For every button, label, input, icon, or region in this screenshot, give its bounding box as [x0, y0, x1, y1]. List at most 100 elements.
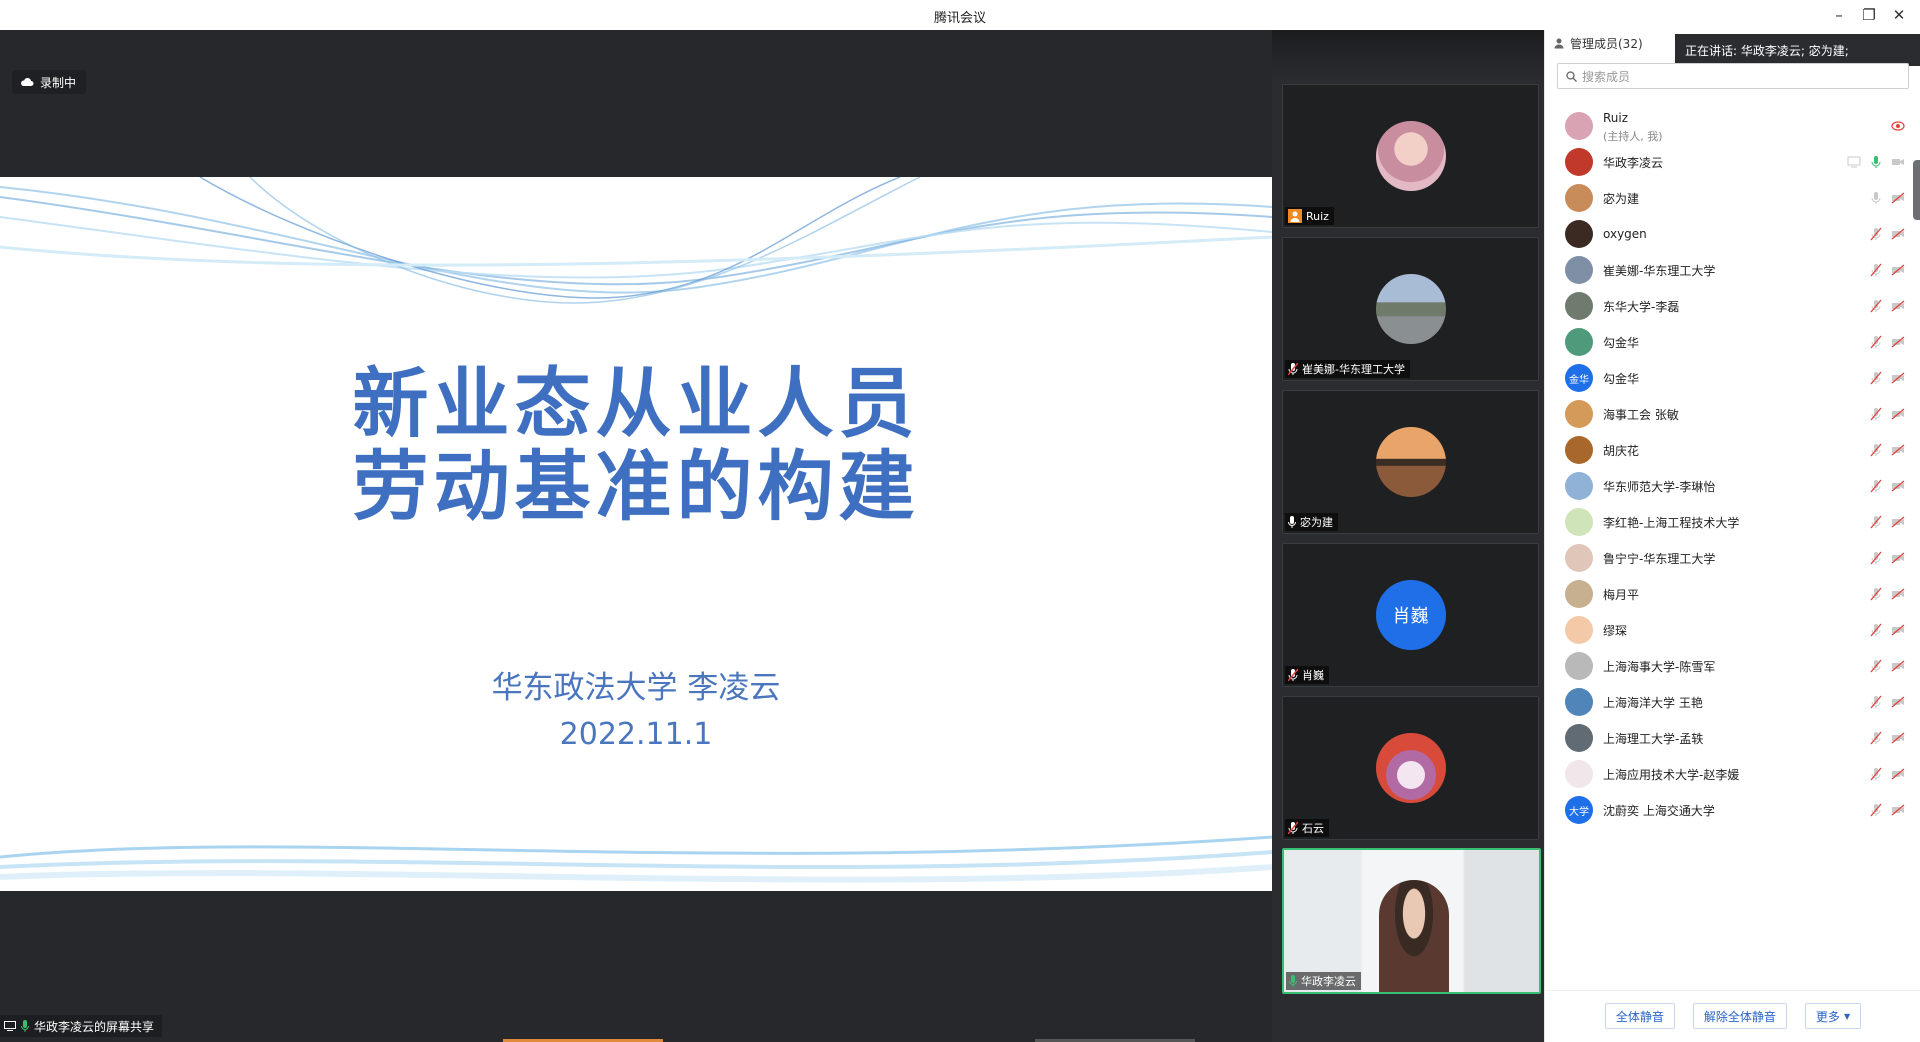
mic-muted-icon[interactable] — [1869, 335, 1883, 349]
tile-name-tag: 华政李凌云 — [1286, 972, 1361, 990]
member-row[interactable]: 宓为建 — [1545, 178, 1920, 218]
camera-off-icon[interactable] — [1891, 407, 1905, 421]
mic-muted-icon[interactable] — [1869, 263, 1883, 277]
member-status-icons — [1869, 371, 1905, 385]
member-row[interactable]: 缪琛 — [1545, 610, 1920, 650]
mic-muted-icon[interactable] — [1869, 695, 1883, 709]
mic-icon[interactable] — [1869, 191, 1883, 205]
member-row[interactable]: 胡庆花 — [1545, 430, 1920, 470]
avatar — [1565, 400, 1593, 428]
video-tile-lilingyun[interactable]: 华政李凌云 — [1282, 848, 1541, 994]
camera-off-icon[interactable] — [1891, 623, 1905, 637]
avatar — [1565, 472, 1593, 500]
video-tile-ruiz[interactable]: Ruiz — [1282, 84, 1539, 228]
member-row[interactable]: 上海理工大学-孟轶 — [1545, 718, 1920, 758]
speaking-text: 正在讲话: 华政李凌云; 宓为建; — [1685, 43, 1849, 58]
camera-off-icon[interactable] — [1891, 659, 1905, 673]
avatar — [1375, 121, 1446, 191]
camera-off-icon[interactable] — [1891, 299, 1905, 313]
camera-off-icon[interactable] — [1891, 371, 1905, 385]
mic-muted-icon[interactable] — [1869, 479, 1883, 493]
member-status-icons — [1847, 155, 1905, 169]
mic-active-icon — [21, 1020, 29, 1032]
camera-off-icon[interactable] — [1891, 335, 1905, 349]
camera-off-icon[interactable] — [1891, 443, 1905, 457]
member-row[interactable]: 李红艳-上海工程技术大学 — [1545, 502, 1920, 542]
avatar — [1565, 580, 1593, 608]
more-label: 更多 — [1815, 1009, 1840, 1024]
camera-off-icon[interactable] — [1891, 479, 1905, 493]
camera-off-icon[interactable] — [1891, 263, 1905, 277]
mic-muted-icon[interactable] — [1869, 227, 1883, 241]
video-tile-shiyun[interactable]: 石云 — [1282, 696, 1539, 840]
member-row[interactable]: 上海海事大学-陈雪军 — [1545, 646, 1920, 686]
mic-muted-icon[interactable] — [1869, 407, 1883, 421]
mic-muted-icon[interactable] — [1869, 659, 1883, 673]
mic-muted-icon[interactable] — [1869, 551, 1883, 565]
mic-muted-icon[interactable] — [1869, 767, 1883, 781]
video-tile-miweijian[interactable]: 宓为建 — [1282, 390, 1539, 534]
member-name: 勾金华 — [1603, 335, 1640, 350]
member-row[interactable]: 华东师范大学-李琳怡 — [1545, 466, 1920, 506]
camera-off-icon[interactable] — [1891, 551, 1905, 565]
camera-off-icon[interactable] — [1891, 767, 1905, 781]
member-name: 上海海事大学-陈雪军 — [1603, 659, 1716, 674]
member-name: 海事工会 张敏 — [1603, 407, 1679, 422]
member-row[interactable]: 上海应用技术大学-赵李媛 — [1545, 754, 1920, 794]
minimize-icon[interactable]: – — [1824, 2, 1854, 28]
mic-muted-icon[interactable] — [1869, 371, 1883, 385]
person-icon — [1554, 38, 1564, 49]
member-status-icons — [1869, 767, 1905, 781]
mic-muted-icon[interactable] — [1869, 623, 1883, 637]
unmute-all-button[interactable]: 解除全体静音 — [1692, 1003, 1787, 1029]
mic-muted-icon[interactable] — [1869, 443, 1883, 457]
camera-off-icon[interactable] — [1891, 695, 1905, 709]
member-row[interactable]: 崔美娜-华东理工大学 — [1545, 250, 1920, 290]
shared-screen-stage: 录制中 新业态从业人员 劳动基准的构建 华东政法大学 李凌云 2022.11.1… — [0, 30, 1272, 1042]
more-button[interactable]: 更多 ▼ — [1804, 1003, 1862, 1029]
mic-muted-icon[interactable] — [1869, 515, 1883, 529]
member-row[interactable]: 勾金华 — [1545, 322, 1920, 362]
member-status-icons — [1869, 803, 1905, 817]
member-row[interactable]: 海事工会 张敏 — [1545, 394, 1920, 434]
close-icon[interactable]: ✕ — [1884, 2, 1914, 28]
member-row[interactable]: 梅月平 — [1545, 574, 1920, 614]
member-row[interactable]: 鲁宁宁-华东理工大学 — [1545, 538, 1920, 578]
member-row[interactable]: oxygen — [1545, 214, 1920, 254]
member-row[interactable]: 金华 勾金华 — [1545, 358, 1920, 398]
video-tile-xiaowei[interactable]: 肖巍 肖巍 — [1282, 543, 1539, 687]
camera-off-icon[interactable] — [1891, 191, 1905, 205]
search-placeholder: 搜索成员 — [1582, 69, 1631, 84]
restore-icon[interactable]: ❐ — [1854, 2, 1884, 28]
mute-all-button[interactable]: 全体静音 — [1604, 1003, 1675, 1029]
camera-icon[interactable] — [1891, 155, 1905, 169]
scrollbar-handle[interactable] — [1913, 160, 1920, 220]
avatar — [1375, 274, 1446, 344]
search-members-box[interactable]: 搜索成员 — [1557, 63, 1909, 89]
mic-muted-icon[interactable] — [1869, 299, 1883, 313]
avatar — [1565, 328, 1593, 356]
tile-name: Ruiz — [1306, 209, 1329, 223]
video-tile-cuimeina[interactable]: 崔美娜-华东理工大学 — [1282, 237, 1539, 381]
mic-muted-icon[interactable] — [1869, 731, 1883, 745]
camera-off-icon[interactable] — [1891, 587, 1905, 601]
mic-muted-icon[interactable] — [1869, 803, 1883, 817]
member-name: 李红艳-上海工程技术大学 — [1603, 515, 1740, 530]
mic-active-icon[interactable] — [1869, 155, 1883, 169]
camera-off-icon[interactable] — [1891, 515, 1905, 529]
member-row[interactable]: 华政李凌云 — [1545, 142, 1920, 182]
member-name: 胡庆花 — [1603, 443, 1640, 458]
mic-muted-icon[interactable] — [1869, 587, 1883, 601]
member-row[interactable]: 东华大学-李磊 — [1545, 286, 1920, 326]
member-row[interactable]: 上海海洋大学 王艳 — [1545, 682, 1920, 722]
tile-name: 宓为建 — [1300, 516, 1333, 529]
member-status-icons — [1869, 479, 1905, 493]
camera-off-icon[interactable] — [1891, 731, 1905, 745]
member-row[interactable]: Ruiz (主持人, 我) — [1545, 106, 1920, 146]
camera-off-icon[interactable] — [1891, 803, 1905, 817]
member-status-icons — [1869, 191, 1905, 205]
recording-badge[interactable]: 录制中 — [12, 70, 87, 94]
member-row[interactable]: 大学 沈蔚奕 上海交通大学 — [1545, 790, 1920, 830]
tile-name-tag: Ruiz — [1285, 207, 1334, 225]
camera-off-icon[interactable] — [1891, 227, 1905, 241]
